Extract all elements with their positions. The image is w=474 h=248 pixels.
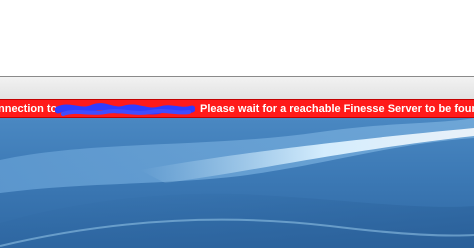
browser-page: nnection to Please wait for a reachable … — [0, 0, 474, 248]
status-prefix-text: nnection to — [0, 103, 58, 115]
status-message-text: Please wait for a reachable Finesse Serv… — [200, 103, 474, 115]
toolbar-strip — [0, 77, 474, 99]
blank-page-area — [0, 0, 474, 76]
desktop-wallpaper-waves — [0, 118, 474, 248]
connection-status-banner: nnection to Please wait for a reachable … — [0, 99, 474, 118]
redaction-scribble — [55, 103, 195, 116]
desktop-background — [0, 118, 474, 248]
